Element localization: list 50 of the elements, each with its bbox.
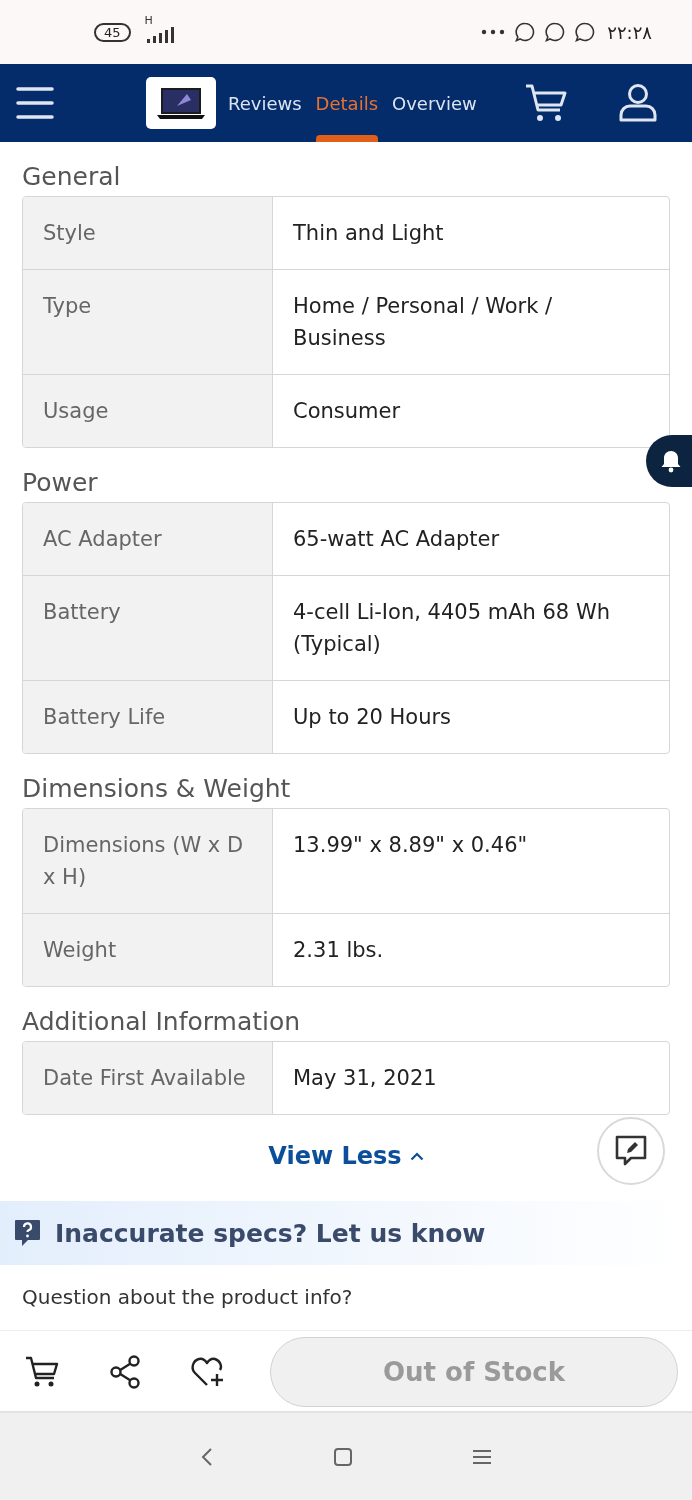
spec-value: Thin and Light [292,220,445,247]
network-type: H [144,14,153,27]
nav-tab[interactable]: Overview [392,64,477,142]
nav-tab[interactable]: Details [315,64,378,142]
chat-bubble-icon [575,22,596,42]
spec-value: 13.99" x 8.89" x 0.46" [292,832,529,859]
product-thumbnail[interactable] [146,77,216,129]
spec-label: Type [23,270,273,374]
section-heading: General [22,161,121,193]
user-icon[interactable] [618,83,658,123]
spec-label: Dimensions (W x D x H) [23,809,273,913]
bell-icon [660,449,682,473]
cart-icon[interactable] [24,1355,60,1389]
menu-icon[interactable] [16,86,54,120]
section-heading: Power [22,467,98,499]
share-icon[interactable] [108,1355,142,1389]
spec-value: 2.31 lbs. [292,937,385,964]
question-icon [14,1219,41,1247]
spec-label: Weight [23,914,273,986]
question-text: Question about the product info? [21,1284,354,1311]
battery-level: 45 [94,22,131,42]
spec-value: 65-watt AC Adapter [292,526,501,553]
spec-label: AC Adapter [23,503,273,575]
heart-plus-icon[interactable] [190,1355,226,1389]
more-icon [481,29,506,35]
spec-label: Style [23,197,273,269]
back-icon[interactable] [199,1446,214,1467]
spec-label: Battery Life [23,681,273,753]
notification-button[interactable] [646,435,692,487]
cart-icon[interactable] [524,83,568,123]
chat-bubble-icon [515,22,536,42]
caret-icon [409,1151,424,1161]
edit-comment-icon [614,1134,648,1168]
recents-icon[interactable] [472,1448,493,1465]
spec-value: Home / Personal / Work / Business [292,293,554,352]
section-heading: Additional Information [22,1006,301,1038]
spec-value: May 31, 2021 [292,1065,438,1092]
spec-value: 4-cell Li-Ion, 4405 mAh 68 Wh (Typical) [292,599,611,658]
chat-bubble-icon [545,22,566,42]
spec-label: Usage [23,375,273,447]
view-less-link[interactable]: View Less [264,1138,428,1174]
spec-value: Up to 20 Hours [292,704,453,731]
home-icon[interactable] [333,1446,353,1467]
spec-label: Battery [23,576,273,680]
section-heading: Dimensions & Weight [22,773,291,805]
banner-text: Inaccurate specs? Let us know [55,1218,486,1248]
spec-label: Date First Available [23,1042,273,1114]
nav-tab[interactable]: Reviews [228,64,302,142]
spec-value: Consumer [292,398,402,425]
clock: ۲۲:۲۸ [607,21,652,43]
